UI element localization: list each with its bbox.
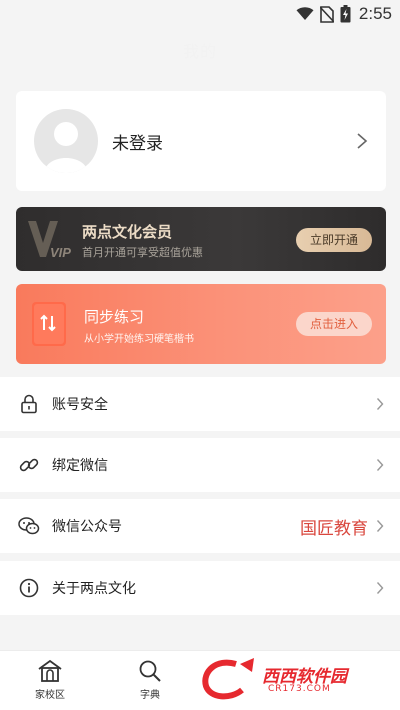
tab-home-school[interactable]: 家校区 <box>0 651 100 710</box>
vip-banner[interactable]: VIP 两点文化会员 首月开通可享受超值优惠 立即开通 <box>16 207 386 271</box>
menu-item-label: 绑定微信 <box>52 458 108 474</box>
battery-icon <box>340 5 351 23</box>
menu-item-account-security[interactable]: 账号安全 <box>0 377 400 431</box>
menu-item-wechat-official[interactable]: 微信公众号 国匠教育 <box>0 499 400 553</box>
link-icon <box>18 454 40 476</box>
status-time: 2:55 <box>358 4 392 23</box>
vip-logo-icon: VIP <box>28 221 71 260</box>
vip-title: 两点文化会员 <box>82 223 173 241</box>
practice-banner[interactable]: 同步练习 从小学开始练习硬笔楷书 点击进入 <box>16 284 386 364</box>
page-title: 我的 <box>182 42 217 61</box>
menu-item-about[interactable]: 关于两点文化 <box>0 561 400 615</box>
chevron-right-icon <box>357 133 368 149</box>
tab-label: 家校区 <box>35 690 65 701</box>
watermark-url: CR173.COM <box>268 684 331 694</box>
vip-open-button[interactable]: 立即开通 <box>296 228 372 252</box>
home-icon <box>38 659 62 682</box>
menu-item-label: 账号安全 <box>52 397 108 413</box>
info-icon <box>18 577 40 599</box>
practice-title: 同步练习 <box>84 308 145 326</box>
menu-item-label: 关于两点文化 <box>52 581 136 597</box>
practice-book-icon <box>32 302 66 346</box>
chevron-right-icon <box>376 582 384 594</box>
wechat-icon <box>18 515 40 537</box>
chevron-right-icon <box>376 520 384 532</box>
no-sim-icon <box>319 5 334 23</box>
wifi-icon <box>296 7 314 20</box>
lock-icon <box>18 393 40 415</box>
practice-enter-button[interactable]: 点击进入 <box>296 312 372 336</box>
svg-text:VIP: VIP <box>50 245 71 260</box>
chevron-right-icon <box>376 398 384 410</box>
status-bar: 2:55 <box>0 0 400 28</box>
chevron-right-icon <box>376 459 384 471</box>
profile-card[interactable]: 未登录 <box>16 91 386 191</box>
default-avatar-icon <box>44 122 88 173</box>
official-account-name: 国匠教育 <box>300 518 368 539</box>
avatar[interactable] <box>34 109 98 173</box>
search-icon <box>139 660 161 682</box>
menu-item-bind-wechat[interactable]: 绑定微信 <box>0 438 400 492</box>
watermark-logo-icon <box>202 658 254 700</box>
site-watermark: 西西软件园 CR173.COM <box>196 656 380 704</box>
login-status: 未登录 <box>112 133 163 154</box>
vip-subtitle: 首月开通可享受超值优惠 <box>82 246 203 259</box>
menu-item-label: 微信公众号 <box>52 519 122 535</box>
tab-label: 字典 <box>140 690 160 701</box>
tab-dictionary[interactable]: 字典 <box>100 651 200 710</box>
practice-subtitle: 从小学开始练习硬笔楷书 <box>84 334 194 345</box>
